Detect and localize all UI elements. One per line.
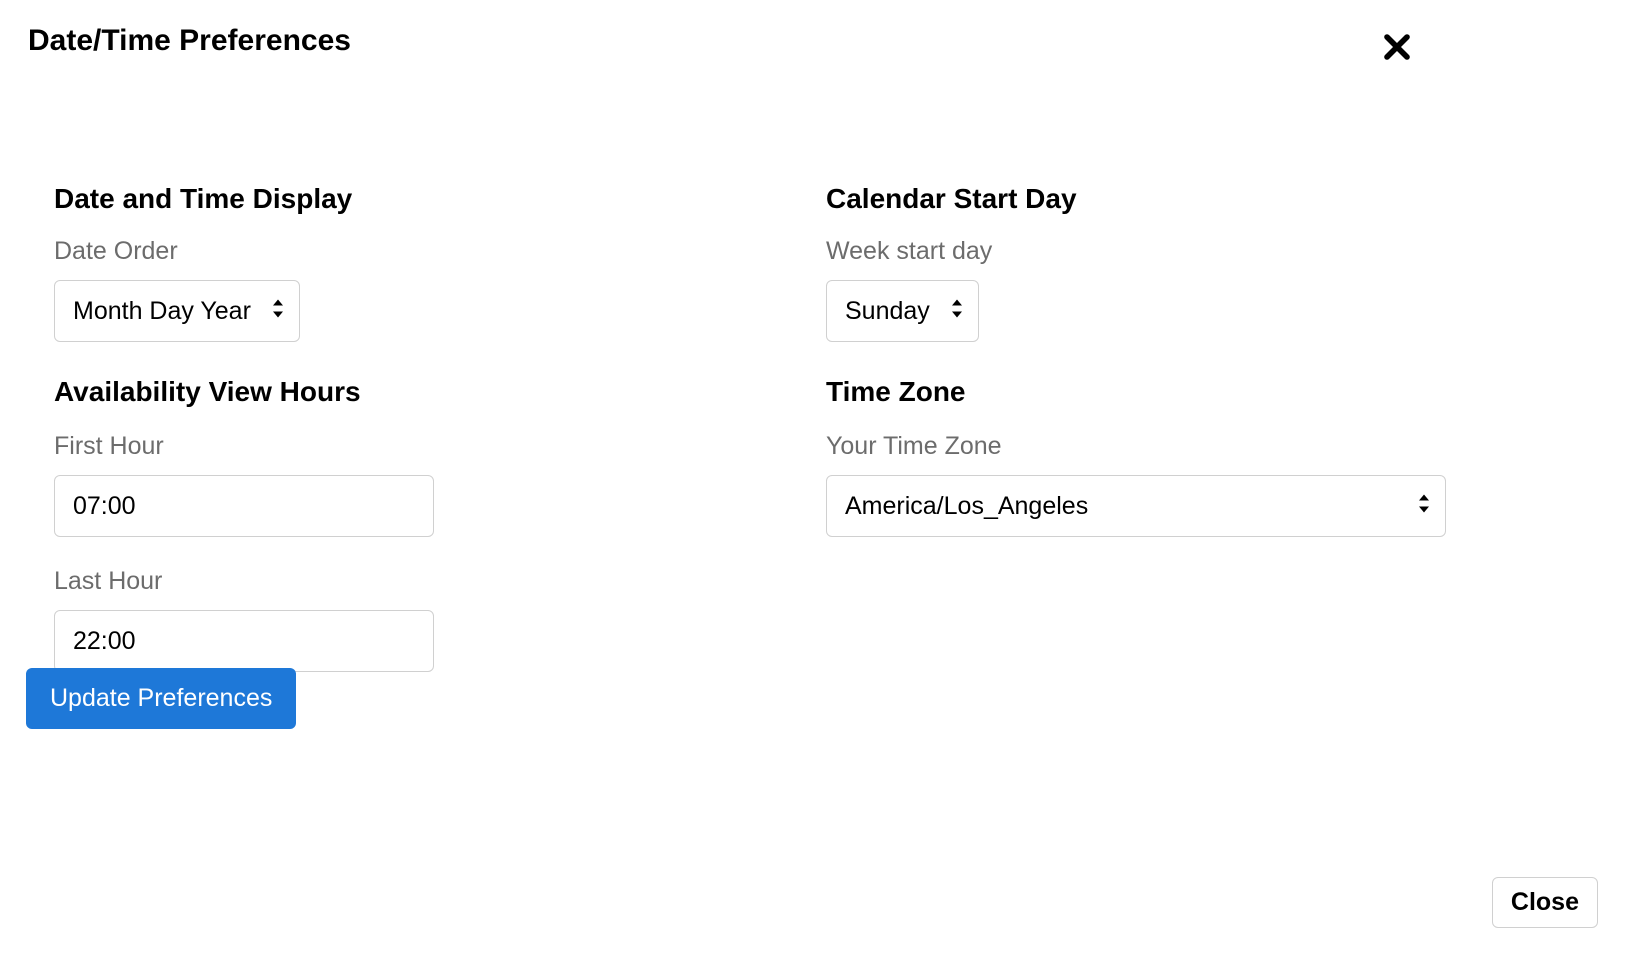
last-hour-label: Last Hour bbox=[54, 567, 756, 596]
left-column: Date and Time Display Date Order Month D… bbox=[54, 183, 826, 729]
week-start-select[interactable]: Sunday bbox=[826, 280, 979, 342]
dialog-header: Date/Time Preferences bbox=[28, 20, 1598, 73]
section-date-time-display: Date and Time Display bbox=[54, 183, 756, 215]
first-hour-label: First Hour bbox=[54, 432, 756, 461]
dialog-title: Date/Time Preferences bbox=[28, 24, 351, 58]
select-arrows-icon bbox=[271, 298, 285, 325]
update-preferences-button[interactable]: Update Preferences bbox=[26, 668, 296, 729]
select-arrows-icon bbox=[1417, 493, 1431, 520]
date-order-value: Month Day Year bbox=[73, 297, 251, 326]
right-column: Calendar Start Day Week start day Sunday… bbox=[826, 183, 1598, 729]
week-start-value: Sunday bbox=[845, 297, 930, 326]
week-start-label: Week start day bbox=[826, 237, 1528, 266]
date-order-label: Date Order bbox=[54, 237, 756, 266]
last-hour-input[interactable] bbox=[54, 610, 434, 672]
section-calendar-start-day: Calendar Start Day bbox=[826, 183, 1528, 215]
timezone-select[interactable]: America/Los_Angeles bbox=[826, 475, 1446, 537]
section-time-zone: Time Zone bbox=[826, 376, 1528, 408]
dialog-content: Date and Time Display Date Order Month D… bbox=[28, 183, 1598, 729]
date-order-select[interactable]: Month Day Year bbox=[54, 280, 300, 342]
close-button[interactable]: Close bbox=[1492, 877, 1598, 928]
timezone-value: America/Los_Angeles bbox=[845, 492, 1088, 521]
timezone-label: Your Time Zone bbox=[826, 432, 1528, 461]
section-availability-hours: Availability View Hours bbox=[54, 376, 756, 408]
select-arrows-icon bbox=[950, 298, 964, 325]
close-icon[interactable] bbox=[1376, 26, 1418, 73]
first-hour-input[interactable] bbox=[54, 475, 434, 537]
